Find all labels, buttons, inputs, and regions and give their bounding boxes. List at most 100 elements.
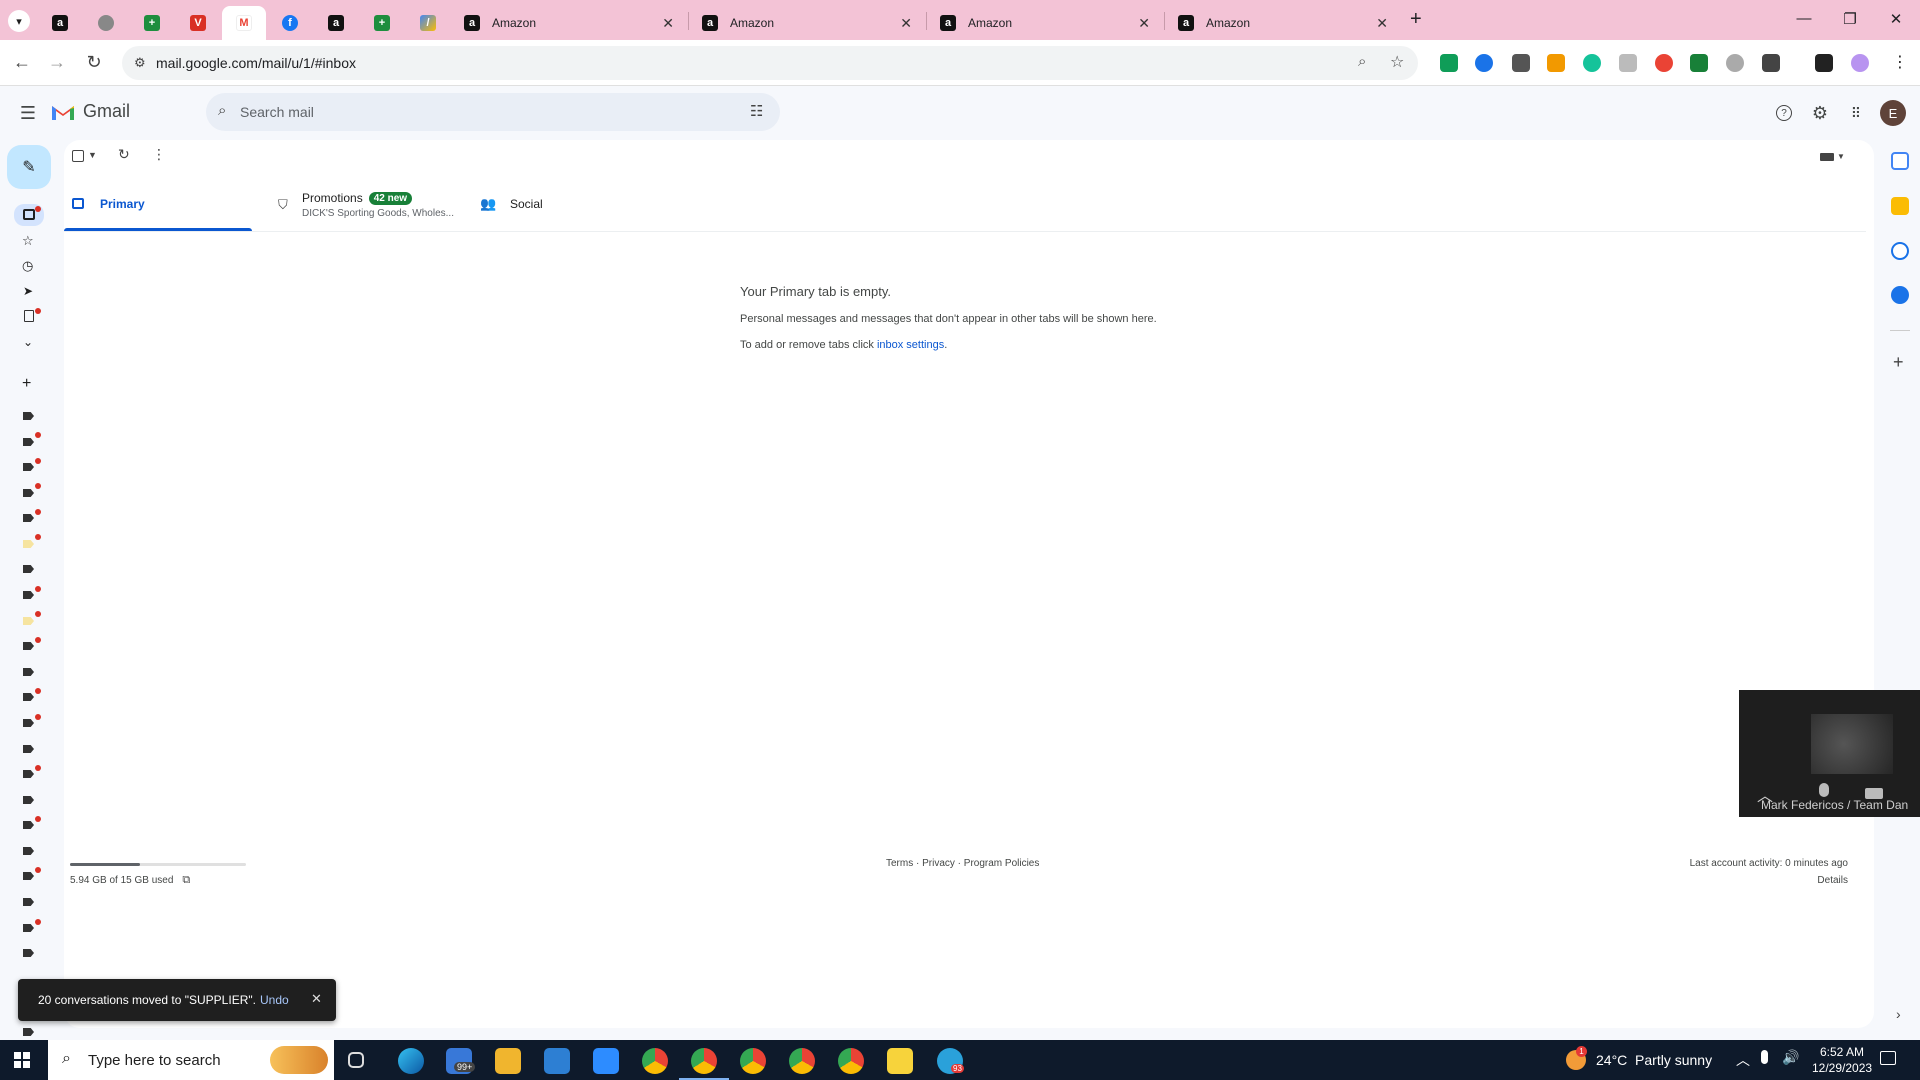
extension-js-icon[interactable]: [1547, 54, 1565, 72]
label-icon[interactable]: [23, 898, 34, 906]
label-icon[interactable]: [23, 1028, 34, 1036]
label-icon[interactable]: [23, 847, 34, 855]
browser-tab[interactable]: a Amazon ✕: [1166, 6, 1398, 40]
weather-widget[interactable]: 1 24°C Partly sunny: [1566, 1046, 1712, 1070]
browser-tab[interactable]: a Amazon ✕: [452, 6, 684, 40]
close-icon[interactable]: ✕: [1376, 15, 1388, 32]
mail-icon[interactable]: 99+: [446, 1048, 476, 1074]
extension-off-icon[interactable]: [1512, 54, 1530, 72]
puzzle-icon[interactable]: [1762, 54, 1780, 72]
input-tools-button[interactable]: ▼: [1820, 152, 1845, 161]
label-icon[interactable]: [23, 770, 34, 778]
label-icon[interactable]: [23, 540, 34, 548]
label-icon[interactable]: [23, 489, 34, 497]
browser-tab[interactable]: a Amazon ✕: [690, 6, 922, 40]
browser-tab[interactable]: a Amazon ✕: [928, 6, 1160, 40]
create-label-icon[interactable]: +: [22, 375, 31, 393]
close-window-button[interactable]: ✕: [1886, 10, 1906, 28]
hide-panel-chevron-icon[interactable]: ›: [1896, 1006, 1901, 1022]
more-chevron-icon[interactable]: ⌄: [23, 335, 33, 349]
pinned-tab-sheets[interactable]: +: [130, 6, 174, 40]
notifications-icon[interactable]: [1880, 1051, 1896, 1065]
label-icon[interactable]: [23, 745, 34, 753]
keep-icon[interactable]: [1891, 197, 1909, 215]
forward-button[interactable]: →: [46, 52, 68, 73]
mic-off-icon[interactable]: [1819, 783, 1829, 797]
task-view-icon[interactable]: [348, 1052, 364, 1068]
gmail-logo[interactable]: Gmail: [50, 101, 130, 122]
refresh-icon[interactable]: ↻: [118, 146, 130, 163]
side-panel-icon[interactable]: [1815, 54, 1833, 72]
drafts-icon[interactable]: [24, 310, 34, 322]
search-input[interactable]: Search mail: [240, 104, 314, 120]
pinned-tab-gmail-active[interactable]: M: [222, 6, 266, 40]
label-icon[interactable]: [23, 949, 34, 957]
telegram-icon[interactable]: 93: [937, 1048, 964, 1074]
zoom-icon[interactable]: ⌕: [1358, 53, 1366, 70]
pinned-tab-vivaldi[interactable]: V: [176, 6, 220, 40]
pinned-tab-amazon-2[interactable]: a: [314, 6, 358, 40]
back-button[interactable]: ←: [11, 52, 33, 73]
start-button[interactable]: [14, 1052, 30, 1068]
tasks-icon[interactable]: [1891, 242, 1909, 260]
get-addons-icon[interactable]: +: [1893, 352, 1904, 373]
search-options-icon[interactable]: ☷: [750, 102, 763, 120]
tab-promotions[interactable]: ⛉ Promotions 42 new DICK'S Sporting Good…: [270, 188, 458, 232]
new-tab-button[interactable]: +: [1410, 8, 1422, 31]
contacts-icon[interactable]: [1891, 286, 1909, 304]
extension-icon[interactable]: [1475, 54, 1493, 72]
tab-primary[interactable]: Primary: [64, 188, 252, 232]
snoozed-icon[interactable]: ◷: [22, 258, 33, 274]
search-icon[interactable]: ⌕: [218, 102, 226, 119]
open-in-new-icon[interactable]: ⧉: [182, 874, 190, 887]
label-icon[interactable]: [23, 565, 34, 573]
label-icon[interactable]: [23, 796, 34, 804]
site-info-icon[interactable]: ⚙: [134, 55, 146, 71]
chrome-icon[interactable]: [642, 1048, 668, 1074]
chrome-icon-active[interactable]: [679, 1048, 729, 1080]
close-icon[interactable]: ✕: [900, 15, 912, 32]
label-icon[interactable]: [23, 924, 34, 932]
system-clock[interactable]: 6:52 AM 12/29/2023: [1812, 1044, 1872, 1076]
label-icon[interactable]: [23, 463, 34, 471]
taskbar-search-box[interactable]: ⌕ Type here to search: [48, 1040, 334, 1080]
label-icon[interactable]: [23, 668, 34, 676]
tab-social[interactable]: 👥 Social: [472, 188, 660, 232]
search-bar[interactable]: ⌕ Search mail ☷: [206, 93, 780, 131]
label-icon[interactable]: [23, 412, 34, 420]
label-icon[interactable]: [23, 514, 34, 522]
video-call-overlay[interactable]: ︿ Mark Federicos / Team Dan: [1739, 690, 1920, 817]
label-icon[interactable]: [23, 438, 34, 446]
minimize-button[interactable]: —: [1794, 10, 1814, 27]
calendar-icon[interactable]: [1891, 152, 1909, 170]
undo-button[interactable]: Undo: [260, 993, 289, 1007]
restore-button[interactable]: ❐: [1840, 10, 1860, 28]
microphone-icon[interactable]: [1761, 1050, 1768, 1064]
store-icon[interactable]: [544, 1048, 570, 1074]
apps-button[interactable]: ⠿: [1843, 101, 1867, 125]
taskbar-search-input[interactable]: Type here to search: [88, 1052, 221, 1069]
reload-button[interactable]: ↻: [83, 52, 105, 73]
globe-icon[interactable]: [1726, 54, 1744, 72]
main-menu-button[interactable]: ☰: [16, 101, 40, 125]
address-bar[interactable]: ⚙ mail.google.com/mail/u/1/#inbox ⌕ ☆: [122, 46, 1418, 80]
grammarly-icon[interactable]: [1583, 54, 1601, 72]
extension-icon[interactable]: [1655, 54, 1673, 72]
sent-icon[interactable]: ➤: [23, 284, 33, 298]
bookmark-star-icon[interactable]: ☆: [1390, 52, 1404, 72]
close-icon[interactable]: ✕: [1138, 15, 1150, 32]
extension-icon[interactable]: [1440, 54, 1458, 72]
label-icon[interactable]: [23, 591, 34, 599]
starred-icon[interactable]: ☆: [22, 233, 34, 249]
extension-icon[interactable]: [1690, 54, 1708, 72]
zoom-app-icon[interactable]: [593, 1048, 619, 1074]
select-dropdown-icon[interactable]: ▼: [88, 150, 97, 160]
pinned-tab-amazon[interactable]: a: [38, 6, 82, 40]
footer-links[interactable]: Terms · Privacy · Program Policies: [886, 858, 1039, 869]
file-explorer-icon[interactable]: [495, 1048, 521, 1074]
show-hidden-icons-chevron-icon[interactable]: ︿: [1736, 1050, 1750, 1070]
pinned-tab-tool[interactable]: /: [406, 6, 450, 40]
sticky-notes-icon[interactable]: [887, 1048, 913, 1074]
label-icon[interactable]: [23, 617, 34, 625]
details-link[interactable]: Details: [1690, 875, 1848, 886]
